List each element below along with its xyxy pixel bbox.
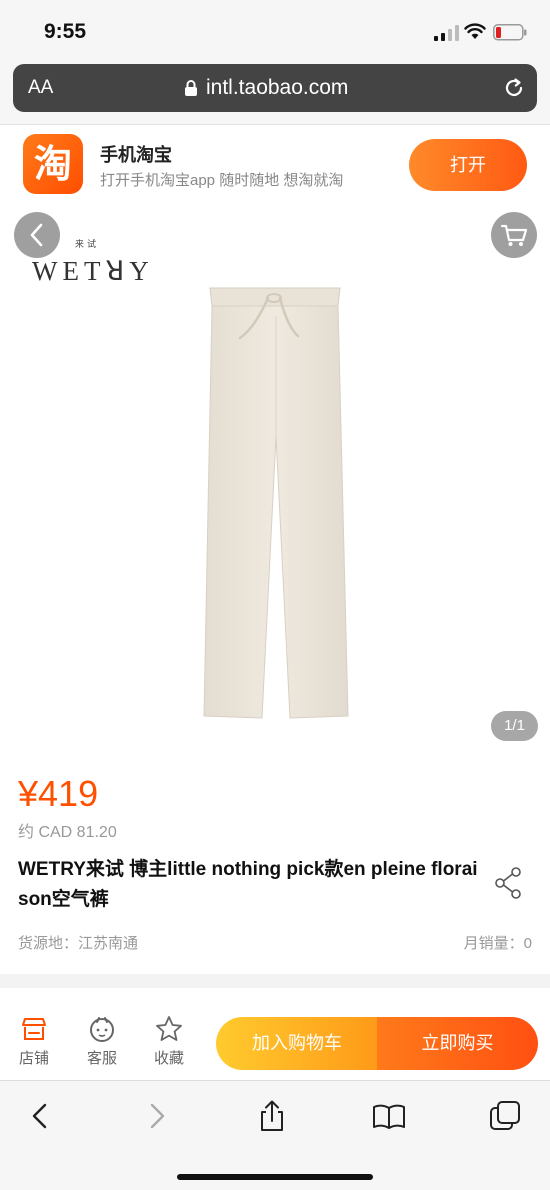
shop-button[interactable]: 店铺 (9, 1014, 59, 1068)
back-icon (30, 223, 43, 247)
cart-icon (500, 224, 528, 246)
address-bar[interactable]: AA intl.taobao.com (13, 64, 537, 112)
text-size-button[interactable]: AA (28, 77, 53, 99)
cellular-signal-icon (434, 25, 459, 41)
product-title: WETRY来试 博主little nothing pick款en pleine … (18, 859, 478, 910)
wifi-icon (464, 23, 486, 39)
service-icon (90, 1017, 114, 1042)
open-app-button[interactable]: 打开 (409, 139, 527, 191)
approx-price: 约 CAD 81.20 (18, 824, 117, 841)
browser-address-area: AA intl.taobao.com (0, 60, 550, 125)
page: 9:55 AA intl.taobao.com 淘 手机淘宝 打开手机淘宝app… (0, 0, 550, 1190)
chevron-left-icon[interactable] (24, 1099, 58, 1133)
star-icon (156, 1016, 182, 1041)
service-label: 客服 (86, 1050, 117, 1067)
app-description: 打开手机淘宝app 随时随地 想淘就淘 (100, 172, 344, 189)
url-text[interactable]: intl.taobao.com (206, 76, 348, 100)
book-icon[interactable] (372, 1099, 406, 1133)
reload-icon[interactable] (503, 77, 525, 99)
shipping-origin: 货源地：江苏南通 (18, 935, 139, 952)
app-name: 手机淘宝 (100, 145, 172, 165)
home-indicator (177, 1174, 373, 1180)
lock-icon (185, 80, 197, 96)
product-image-gallery[interactable]: 来试 WETꓤY 1/1 (0, 208, 550, 753)
brand-logo: WETꓤY (32, 256, 154, 286)
browser-toolbar (0, 1080, 550, 1190)
share-icon[interactable] (494, 866, 524, 900)
back-button[interactable] (14, 212, 60, 258)
product-photo (203, 287, 349, 719)
status-time: 9:55 (44, 20, 87, 43)
shop-icon (22, 1018, 46, 1040)
brand-logo-chinese: 来试 (75, 239, 100, 249)
app-download-banner: 淘 手机淘宝 打开手机淘宝app 随时随地 想淘就淘 打开 (0, 126, 550, 208)
product-price: ¥419 (18, 773, 99, 814)
monthly-sales: 月销量：0 (463, 935, 532, 952)
cart-button[interactable] (491, 212, 537, 258)
share-up-icon[interactable] (255, 1099, 289, 1133)
chevron-right-icon[interactable] (139, 1099, 173, 1133)
status-bar: 9:55 (0, 0, 550, 60)
purchase-action-bar: 店铺 客服 收藏 加入购物车 立即购买 (0, 1004, 550, 1080)
tabs-icon[interactable] (488, 1099, 522, 1133)
battery-icon (493, 24, 527, 41)
favorite-button[interactable]: 收藏 (144, 1014, 194, 1068)
taobao-app-logo: 淘 (23, 134, 83, 194)
image-counter: 1/1 (491, 711, 538, 741)
add-to-cart-button[interactable]: 加入购物车 (216, 1017, 378, 1070)
section-divider (0, 974, 550, 988)
customer-service-button[interactable]: 客服 (77, 1014, 127, 1068)
shop-label: 店铺 (18, 1050, 49, 1067)
favorite-label: 收藏 (153, 1050, 184, 1067)
buy-now-button[interactable]: 立即购买 (377, 1017, 538, 1070)
